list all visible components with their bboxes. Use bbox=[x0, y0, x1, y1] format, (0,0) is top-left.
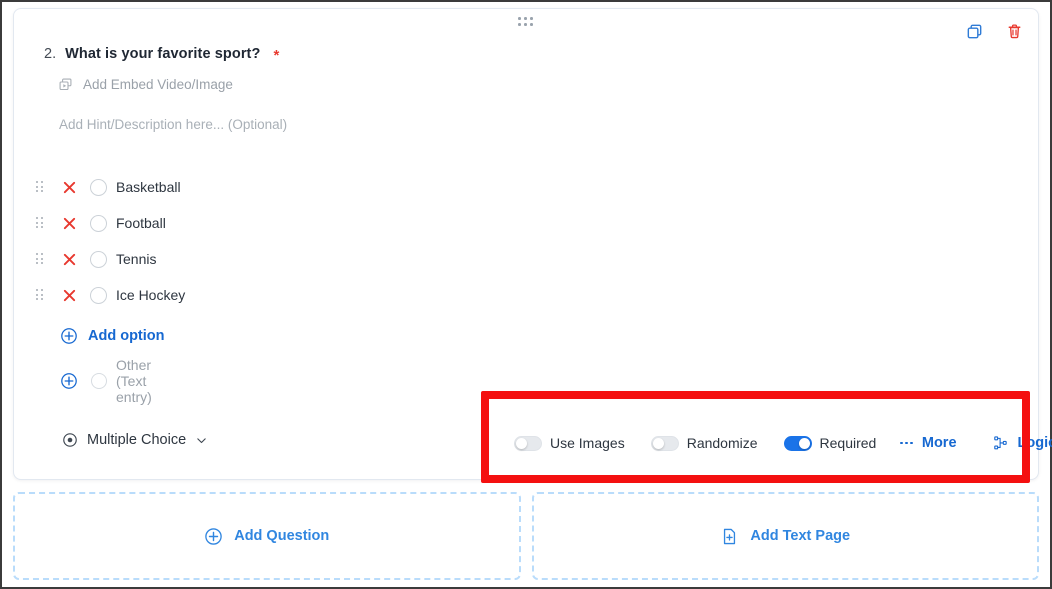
remove-option-button[interactable] bbox=[60, 286, 78, 304]
embed-media-icon bbox=[59, 78, 72, 91]
option-radio[interactable] bbox=[90, 214, 107, 232]
close-icon bbox=[63, 217, 75, 229]
question-type-selector[interactable]: Multiple Choice bbox=[62, 432, 208, 448]
add-blocks-row: Add Question Add Text Page bbox=[13, 492, 1039, 580]
option-radio[interactable] bbox=[90, 178, 107, 196]
logic-label: Logic bbox=[1017, 435, 1052, 451]
close-icon bbox=[63, 289, 75, 301]
remove-option-button[interactable] bbox=[60, 214, 78, 232]
remove-option-button[interactable] bbox=[60, 250, 78, 268]
question-type-label: Multiple Choice bbox=[87, 432, 187, 448]
question-settings-bar: Use Images Randomize Required More Logi bbox=[514, 430, 1052, 456]
delete-question-button[interactable] bbox=[1004, 21, 1024, 41]
required-asterisk: * bbox=[273, 47, 280, 64]
option-drag-handle-icon[interactable] bbox=[36, 253, 45, 265]
option-label[interactable]: Basketball bbox=[116, 179, 181, 195]
logic-button[interactable]: Logic bbox=[993, 435, 1052, 451]
randomize-toggle[interactable]: Randomize bbox=[650, 435, 758, 451]
option-label[interactable]: Football bbox=[116, 215, 166, 231]
question-number: 2. bbox=[44, 46, 57, 62]
randomize-label: Randomize bbox=[686, 435, 758, 451]
plus-circle-icon bbox=[205, 527, 222, 545]
required-label: Required bbox=[819, 435, 877, 451]
document-plus-icon bbox=[724, 528, 736, 544]
more-label: More bbox=[921, 435, 957, 451]
trash-icon bbox=[1008, 23, 1020, 38]
add-question-label: Add Question bbox=[234, 528, 330, 544]
plus-circle-icon bbox=[60, 372, 78, 390]
add-question-button[interactable]: Add Question bbox=[13, 492, 521, 580]
card-drag-handle-icon[interactable] bbox=[518, 17, 534, 29]
close-icon bbox=[63, 253, 75, 265]
question-title[interactable]: What is your favorite sport? bbox=[65, 46, 260, 62]
plus-circle-icon bbox=[60, 327, 78, 345]
other-option-label: Other (Text entry) bbox=[116, 357, 152, 405]
close-icon bbox=[63, 181, 75, 193]
question-card: 2. What is your favorite sport? * Add Em… bbox=[13, 8, 1052, 480]
card-actions bbox=[964, 21, 1024, 41]
required-switch[interactable] bbox=[783, 435, 812, 451]
option-radio[interactable] bbox=[90, 250, 107, 268]
randomize-switch[interactable] bbox=[650, 435, 679, 451]
use-images-label: Use Images bbox=[550, 435, 625, 451]
add-option-label: Add option bbox=[88, 328, 165, 344]
add-embed-media-label: Add Embed Video/Image bbox=[83, 77, 233, 92]
other-option-radio bbox=[91, 373, 107, 389]
required-toggle[interactable]: Required bbox=[783, 435, 877, 451]
option-row: Ice Hockey bbox=[14, 277, 1038, 313]
use-images-toggle[interactable]: Use Images bbox=[514, 435, 625, 451]
add-text-page-label: Add Text Page bbox=[750, 528, 851, 544]
chevron-down-icon bbox=[197, 437, 206, 443]
more-options-button[interactable]: More bbox=[900, 435, 957, 451]
add-text-page-button[interactable]: Add Text Page bbox=[531, 492, 1039, 580]
option-drag-handle-icon[interactable] bbox=[36, 181, 45, 193]
copy-icon bbox=[967, 24, 981, 38]
options-list: Basketball Football Tennis Ice Hockey bbox=[14, 169, 1038, 313]
hint-description-input[interactable]: Add Hint/Description here... (Optional) bbox=[59, 117, 287, 132]
option-drag-handle-icon[interactable] bbox=[36, 217, 45, 229]
option-label[interactable]: Tennis bbox=[116, 251, 156, 267]
option-row: Basketball bbox=[14, 169, 1038, 205]
radio-dot-icon bbox=[63, 433, 77, 447]
ellipsis-icon bbox=[900, 441, 913, 445]
duplicate-question-button[interactable] bbox=[964, 21, 984, 41]
remove-option-button[interactable] bbox=[60, 178, 78, 196]
question-header: 2. What is your favorite sport? * bbox=[44, 45, 280, 64]
use-images-switch[interactable] bbox=[514, 435, 542, 451]
option-label[interactable]: Ice Hockey bbox=[116, 287, 185, 303]
logic-branch-icon bbox=[993, 436, 1007, 450]
add-embed-media-button[interactable]: Add Embed Video/Image bbox=[58, 77, 233, 92]
option-row: Tennis bbox=[14, 241, 1038, 277]
form-editor-viewport: 2. What is your favorite sport? * Add Em… bbox=[2, 2, 1052, 587]
option-radio[interactable] bbox=[90, 286, 107, 304]
option-drag-handle-icon[interactable] bbox=[36, 289, 45, 301]
option-row: Football bbox=[14, 205, 1038, 241]
